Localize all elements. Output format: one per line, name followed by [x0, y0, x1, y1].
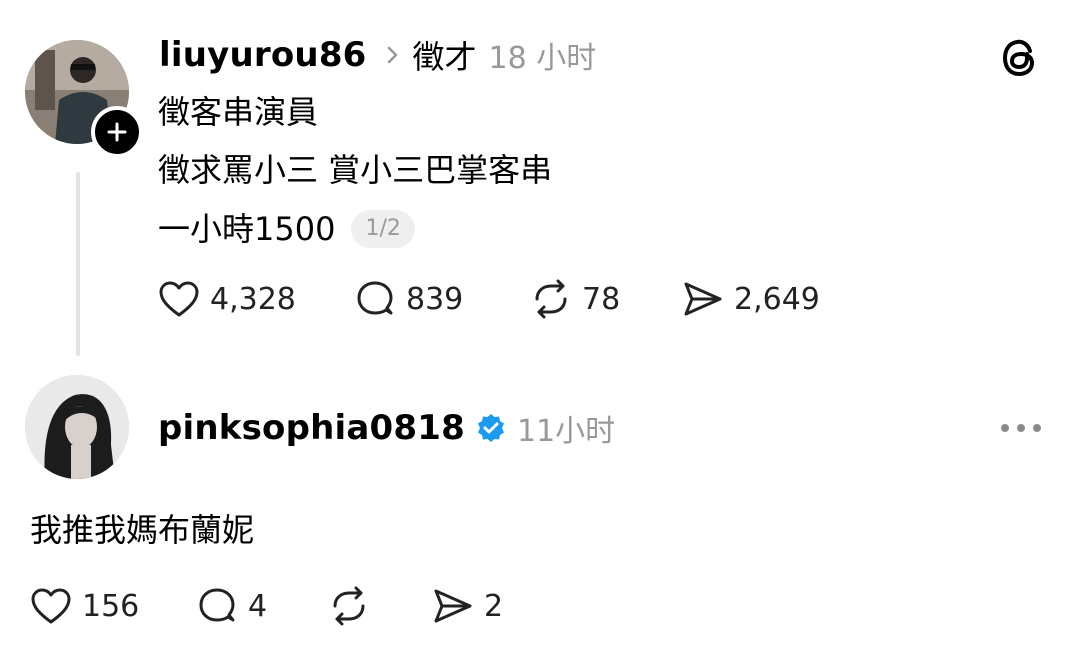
reply-like-count: 156	[82, 588, 140, 624]
plus-icon	[107, 122, 127, 142]
reply-comment-count: 4	[248, 588, 268, 624]
send-icon	[684, 282, 722, 316]
share-count: 2,649	[734, 281, 820, 317]
share-button[interactable]: 2,649	[682, 279, 820, 319]
post-line-1: 徵客串演員	[158, 93, 319, 131]
like-count: 4,328	[210, 281, 296, 317]
post-line-3-row: 一小時1500 1/2	[158, 209, 415, 249]
reply-header: pinksophia0818 11小时	[158, 407, 615, 449]
reply-share-count: 2	[484, 588, 504, 624]
reply-comment-button[interactable]: 4	[196, 586, 328, 626]
reply-username[interactable]: pinksophia0818	[158, 408, 465, 448]
comment-icon	[357, 281, 393, 315]
carousel-indicator: 1/2	[351, 210, 415, 248]
comment-button[interactable]: 839	[354, 279, 530, 319]
comment-icon	[199, 588, 235, 622]
reply-action-bar: 156 4 2	[30, 585, 503, 627]
heart-icon	[31, 588, 71, 624]
threads-logo-icon[interactable]	[1000, 38, 1040, 78]
verified-badge-icon	[477, 414, 504, 442]
reply-timestamp: 11小时	[516, 414, 616, 449]
more-icon[interactable]	[998, 412, 1044, 444]
repost-button[interactable]: 78	[530, 279, 682, 319]
reply-like-button[interactable]: 156	[30, 587, 196, 625]
reply-repost-button[interactable]	[328, 586, 432, 626]
follow-button[interactable]	[91, 106, 143, 158]
heart-icon	[159, 281, 199, 317]
post-timestamp: 18 小时	[488, 41, 597, 76]
post-username[interactable]: liuyurou86	[159, 35, 367, 75]
repost-icon	[535, 279, 567, 319]
send-icon	[434, 589, 472, 623]
thread-connector-line	[76, 172, 80, 356]
post-topic[interactable]: 徵才	[413, 32, 477, 78]
reply-share-button[interactable]: 2	[432, 586, 503, 626]
post-action-bar: 4,328 839 78 2,649	[158, 278, 820, 320]
reply-author-avatar[interactable]	[25, 375, 129, 479]
like-button[interactable]: 4,328	[158, 280, 354, 318]
chevron-right-icon	[387, 46, 397, 64]
post-line-2: 徵求罵小三 賞小三巴掌客串	[158, 151, 553, 189]
comment-count: 839	[406, 281, 464, 317]
repost-icon	[333, 586, 365, 626]
post-line-3: 一小時1500	[158, 210, 336, 248]
avatar-photo	[25, 375, 129, 479]
repost-count: 78	[582, 281, 621, 317]
reply-text: 我推我媽布蘭妮	[30, 511, 255, 549]
post-header: liuyurou86 徵才 18 小时	[159, 34, 596, 76]
